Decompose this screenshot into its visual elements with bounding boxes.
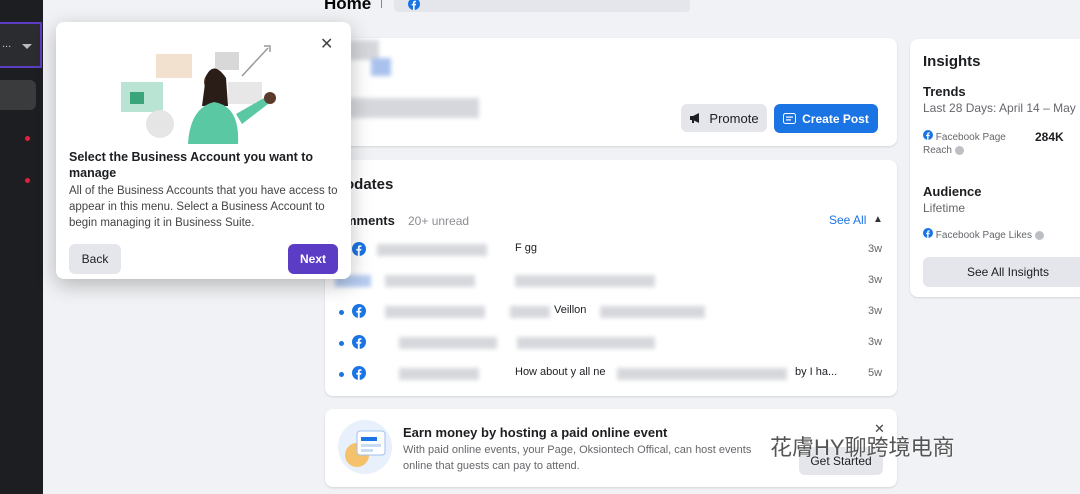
comment-text: F gg	[515, 242, 538, 254]
facebook-icon	[352, 242, 366, 261]
chevron-down-icon	[22, 44, 32, 49]
blurred-text	[510, 306, 550, 318]
comment-row[interactable]: How about y all ne by I ha... 5w	[325, 362, 897, 386]
blurred-text	[600, 306, 705, 318]
sidebar-item-home[interactable]	[0, 80, 36, 110]
comment-text: Veillon	[554, 304, 587, 316]
comment-text: How about y all ne	[515, 366, 606, 378]
next-button[interactable]: Next	[288, 244, 338, 274]
tooltip-title: Select the Business Account you want to …	[69, 150, 314, 180]
comment-time: 3w	[868, 336, 883, 348]
comment-row[interactable]: F gg 3w	[325, 238, 897, 262]
create-post-button[interactable]: Create Post	[774, 104, 878, 133]
blurred-text	[517, 337, 655, 349]
facebook-icon	[923, 228, 933, 238]
info-icon[interactable]	[954, 145, 964, 155]
post-icon	[783, 113, 797, 124]
likes-label: Facebook Page Likes	[935, 230, 1032, 241]
blurred-author	[385, 275, 475, 287]
insights-card: Insights Trends Last 28 Days: April 14 –…	[910, 39, 1080, 297]
close-icon[interactable]: ✕	[320, 34, 333, 54]
info-icon[interactable]	[1034, 230, 1044, 240]
blurred-avatar	[349, 40, 379, 60]
see-all-comments-link[interactable]: See All	[829, 213, 866, 227]
facebook-icon	[352, 304, 366, 323]
megaphone-icon	[690, 113, 700, 123]
facebook-icon	[408, 0, 420, 15]
promote-button[interactable]: Promote	[681, 104, 767, 132]
unread-dot	[339, 341, 344, 346]
blurred-author	[399, 368, 479, 380]
back-button[interactable]: Back	[69, 244, 121, 274]
create-post-label: Create Post	[802, 111, 869, 126]
unread-dot	[339, 310, 344, 315]
chevron-up-icon[interactable]: ▲	[873, 214, 883, 225]
facebook-icon	[352, 335, 366, 354]
blurred-author	[399, 337, 497, 349]
unread-dot	[339, 372, 344, 377]
event-description: With paid online events, your Page, Oksi…	[403, 444, 752, 472]
comments-label: mments	[345, 213, 395, 228]
facebook-icon	[352, 366, 366, 385]
updates-card: odates mments 20+ unread See All ▲ F gg …	[325, 160, 897, 396]
blurred-text	[617, 368, 787, 380]
blurred-page-name	[349, 98, 479, 118]
trends-heading: Trends	[923, 84, 966, 99]
divider	[381, 0, 382, 8]
page-header-card: Promote Create Post	[325, 38, 897, 146]
event-illustration	[338, 420, 392, 474]
watermark: 花膚HY聊跨境电商	[770, 435, 955, 460]
reach-value: 284K	[1035, 130, 1064, 144]
comment-time: 3w	[868, 305, 883, 317]
blurred-avatar	[371, 58, 391, 76]
page-title: Home	[324, 0, 372, 13]
audience-period: Lifetime	[923, 201, 966, 215]
page-switcher[interactable]	[394, 0, 690, 12]
comment-row[interactable]: 3w	[325, 331, 897, 355]
reach-label: Facebook Page Reach	[923, 132, 1006, 156]
tooltip-body: All of the Business Accounts that you ha…	[69, 185, 338, 229]
comment-time: 3w	[868, 243, 883, 255]
onboarding-illustration	[121, 45, 276, 144]
notification-dot	[25, 136, 30, 141]
audience-heading: Audience	[923, 184, 982, 199]
facebook-icon	[923, 130, 933, 140]
event-title: Earn money by hosting a paid online even…	[403, 425, 668, 440]
account-abbrev: ...	[2, 38, 12, 50]
blurred-text	[515, 275, 655, 287]
left-sidebar: ...	[0, 0, 43, 494]
trends-period: Last 28 Days: April 14 – May 11	[923, 101, 1080, 115]
business-account-tooltip: ✕ Select the Business Account you want t…	[56, 22, 351, 279]
likes-metric: Facebook Page Likes	[923, 228, 1063, 242]
insights-title: Insights	[923, 53, 981, 70]
promote-label: Promote	[709, 110, 759, 126]
notification-dot	[25, 178, 30, 183]
comment-time: 3w	[868, 274, 883, 286]
updates-title: odates	[345, 176, 394, 193]
comment-row[interactable]: 3w	[325, 269, 897, 293]
blurred-author	[385, 306, 485, 318]
blurred-author	[377, 244, 487, 256]
reach-metric: Facebook Page Reach	[923, 130, 1033, 157]
comment-text-end: by I ha...	[795, 366, 838, 378]
unread-count: 20+ unread	[408, 214, 470, 228]
see-all-insights-button[interactable]: See All Insights	[923, 257, 1080, 287]
business-account-selector[interactable]: ...	[0, 22, 42, 68]
comment-time: 5w	[868, 367, 883, 379]
comment-row[interactable]: Veillon 3w	[325, 300, 897, 324]
